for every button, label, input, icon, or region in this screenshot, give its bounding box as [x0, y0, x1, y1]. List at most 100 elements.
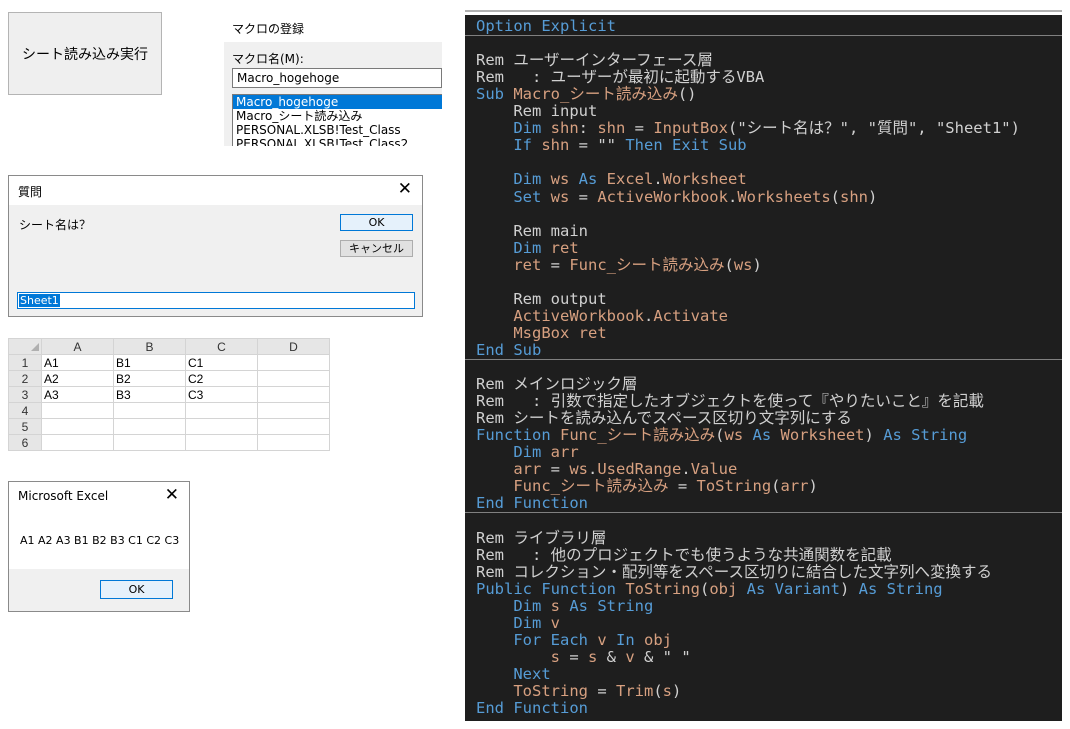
code-line[interactable]: Rem ライブラリ層: [476, 529, 606, 547]
code-line[interactable]: Dim ret: [476, 239, 578, 257]
column-header[interactable]: B: [113, 338, 186, 355]
code-line[interactable]: ToString = Trim(s): [476, 681, 682, 700]
code-token: End Function: [476, 699, 588, 717]
code-line[interactable]: Next: [476, 665, 550, 683]
cell[interactable]: [257, 402, 330, 419]
select-all-corner[interactable]: [8, 338, 42, 355]
code-token: ): [868, 187, 878, 206]
inputbox-dialog: 質問 ✕ シート名は？ OK キャンセル Sheet1: [8, 175, 423, 317]
table-row: 4: [8, 402, 330, 419]
macro-name-input[interactable]: Macro_hogehoge: [232, 68, 442, 88]
code-line[interactable]: Rem main: [476, 222, 588, 240]
column-header[interactable]: C: [185, 338, 258, 355]
cell[interactable]: A2: [41, 370, 114, 387]
cell[interactable]: A1: [41, 354, 114, 371]
row-header[interactable]: 2: [8, 370, 42, 387]
macro-list-item[interactable]: PERSONAL.XLSB!Test_Class: [233, 123, 442, 137]
code-line[interactable]: End Sub: [476, 341, 541, 359]
code-line[interactable]: Set ws = ActiveWorkbook.Worksheets(shn): [476, 187, 878, 206]
cell[interactable]: B1: [113, 354, 186, 371]
cell[interactable]: [113, 418, 186, 435]
column-header[interactable]: A: [41, 338, 114, 355]
code-line[interactable]: Rem コレクション・配列等をスペース区切りに結合した文字列へ変換する: [476, 562, 992, 581]
code-line[interactable]: Rem : ユーザーが最初に起動するVBA: [476, 69, 764, 86]
row-header[interactable]: 4: [8, 402, 42, 419]
run-macro-button[interactable]: シート読み込み実行: [8, 12, 162, 95]
code-line[interactable]: MsgBox ret: [476, 324, 606, 342]
code-line[interactable]: Dim s As String: [476, 596, 653, 615]
code-editor[interactable]: Option Explicit Rem ユーザーインターフェース層 Rem : ユー…: [465, 15, 1062, 721]
cell[interactable]: B2: [113, 370, 186, 387]
code-line[interactable]: Func_シート読み込み = ToString(arr): [476, 478, 818, 495]
code-line[interactable]: Rem ユーザーインターフェース層: [476, 52, 713, 69]
code-line[interactable]: Rem : 他のプロジェクトでも使うような共通関数を記載: [476, 546, 892, 564]
code-line[interactable]: Function Func_シート読み込み(ws As Worksheet) A…: [476, 427, 967, 444]
code-token: s: [550, 596, 560, 615]
cell[interactable]: [113, 434, 186, 451]
code-line[interactable]: s = s & v & " ": [476, 647, 691, 666]
code-line[interactable]: Rem input: [476, 103, 597, 120]
code-line[interactable]: Dim shn: shn = InputBox("シート名は？", "質問", …: [476, 120, 1020, 137]
cell[interactable]: A3: [41, 386, 114, 403]
close-icon[interactable]: ✕: [165, 485, 179, 505]
macro-list-item[interactable]: PERSONAL.XLSB!Test_Class2: [233, 137, 442, 146]
row-header[interactable]: 5: [8, 418, 42, 435]
ok-button[interactable]: OK: [100, 580, 173, 599]
code-token: s: [588, 647, 598, 666]
code-token: Worksheets: [737, 187, 831, 206]
cell[interactable]: [41, 402, 114, 419]
cell[interactable]: [41, 434, 114, 451]
cell[interactable]: [257, 370, 330, 387]
code-line[interactable]: Dim v: [476, 614, 560, 632]
code-line[interactable]: Rem メインロジック層: [476, 376, 637, 393]
code-token: Rem コレクション・配列等をスペース区切りに結合した文字列へ変換する: [476, 562, 992, 581]
cell[interactable]: [41, 418, 114, 435]
ok-button[interactable]: OK: [340, 214, 413, 231]
code-line[interactable]: Rem シートを読み込んでスペース区切り文字列にする: [476, 410, 852, 427]
code-line[interactable]: End Function: [476, 495, 588, 512]
cell[interactable]: C1: [185, 354, 258, 371]
code-line[interactable]: ActiveWorkbook.Activate: [476, 307, 728, 325]
cell[interactable]: [113, 402, 186, 419]
code-line[interactable]: Rem : 引数で指定したオブジェクトを使って『やりたいこと』を記載: [476, 393, 984, 410]
code-token: ): [864, 426, 874, 445]
cancel-button[interactable]: キャンセル: [340, 240, 413, 257]
code-token: As String: [873, 426, 968, 445]
code-line[interactable]: Public Function ToString(obj As Variant)…: [476, 580, 943, 598]
close-icon[interactable]: ✕: [398, 179, 412, 199]
cell[interactable]: [185, 402, 258, 419]
code-line[interactable]: arr = ws.UsedRange.Value: [476, 461, 737, 478]
code-line[interactable]: ret = Func_シート読み込み(ws): [476, 256, 762, 274]
cell[interactable]: [257, 354, 330, 371]
macro-list-item[interactable]: Macro_シート読み込み: [233, 109, 442, 123]
code-line[interactable]: For Each v In obj: [476, 631, 672, 649]
code-token: =: [569, 187, 598, 206]
cell[interactable]: [185, 434, 258, 451]
code-line[interactable]: Dim ws As Excel.Worksheet: [476, 171, 746, 188]
inputbox-prompt: シート名は？: [19, 218, 92, 232]
code-line[interactable]: End Function: [476, 700, 588, 717]
row-header[interactable]: 1: [8, 354, 42, 371]
cell[interactable]: C3: [185, 386, 258, 403]
cell[interactable]: [185, 418, 258, 435]
row-header[interactable]: 3: [8, 386, 42, 403]
column-header[interactable]: D: [257, 338, 330, 355]
code-token: .: [727, 187, 738, 206]
row-header[interactable]: 6: [8, 434, 42, 451]
macro-list[interactable]: Macro_hogehoge Macro_シート読み込み PERSONAL.XL…: [232, 94, 442, 146]
cell[interactable]: [257, 386, 330, 403]
code-token: ): [672, 681, 682, 700]
cell[interactable]: C2: [185, 370, 258, 387]
macro-list-item[interactable]: Macro_hogehoge: [233, 95, 442, 109]
code-line[interactable]: Dim arr: [476, 444, 578, 461]
code-line[interactable]: Option Explicit: [476, 18, 616, 35]
inputbox-answer-field[interactable]: Sheet1: [17, 292, 415, 309]
code-token: Sub: [476, 85, 514, 104]
cell[interactable]: [257, 418, 330, 435]
code-line[interactable]: If shn = "" Then Exit Sub: [476, 137, 746, 154]
cell[interactable]: B3: [113, 386, 186, 403]
cell[interactable]: [257, 434, 330, 451]
code-line[interactable]: Sub Macro_シート読み込み(): [476, 86, 697, 103]
code-line[interactable]: Rem output: [476, 290, 606, 308]
code-token: UsedRange: [597, 460, 682, 479]
